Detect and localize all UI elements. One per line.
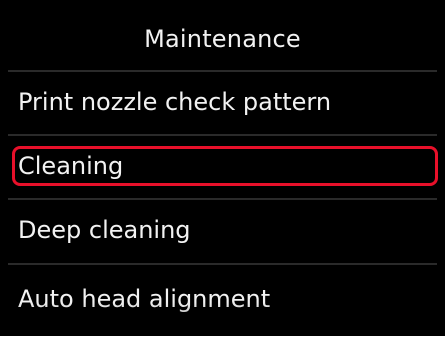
printer-lcd-screen: Maintenance Print nozzle check pattern C… bbox=[0, 0, 445, 336]
divider bbox=[8, 198, 437, 200]
menu-item-deep-cleaning[interactable]: Deep cleaning bbox=[12, 210, 438, 250]
menu-item-print-nozzle-check-pattern[interactable]: Print nozzle check pattern bbox=[12, 82, 438, 122]
menu-item-auto-head-alignment[interactable]: Auto head alignment bbox=[12, 275, 438, 323]
menu-item-cleaning[interactable]: Cleaning bbox=[12, 146, 438, 186]
screen-title: Maintenance bbox=[144, 25, 301, 53]
divider bbox=[8, 70, 437, 72]
divider bbox=[8, 263, 437, 265]
divider bbox=[8, 134, 437, 136]
